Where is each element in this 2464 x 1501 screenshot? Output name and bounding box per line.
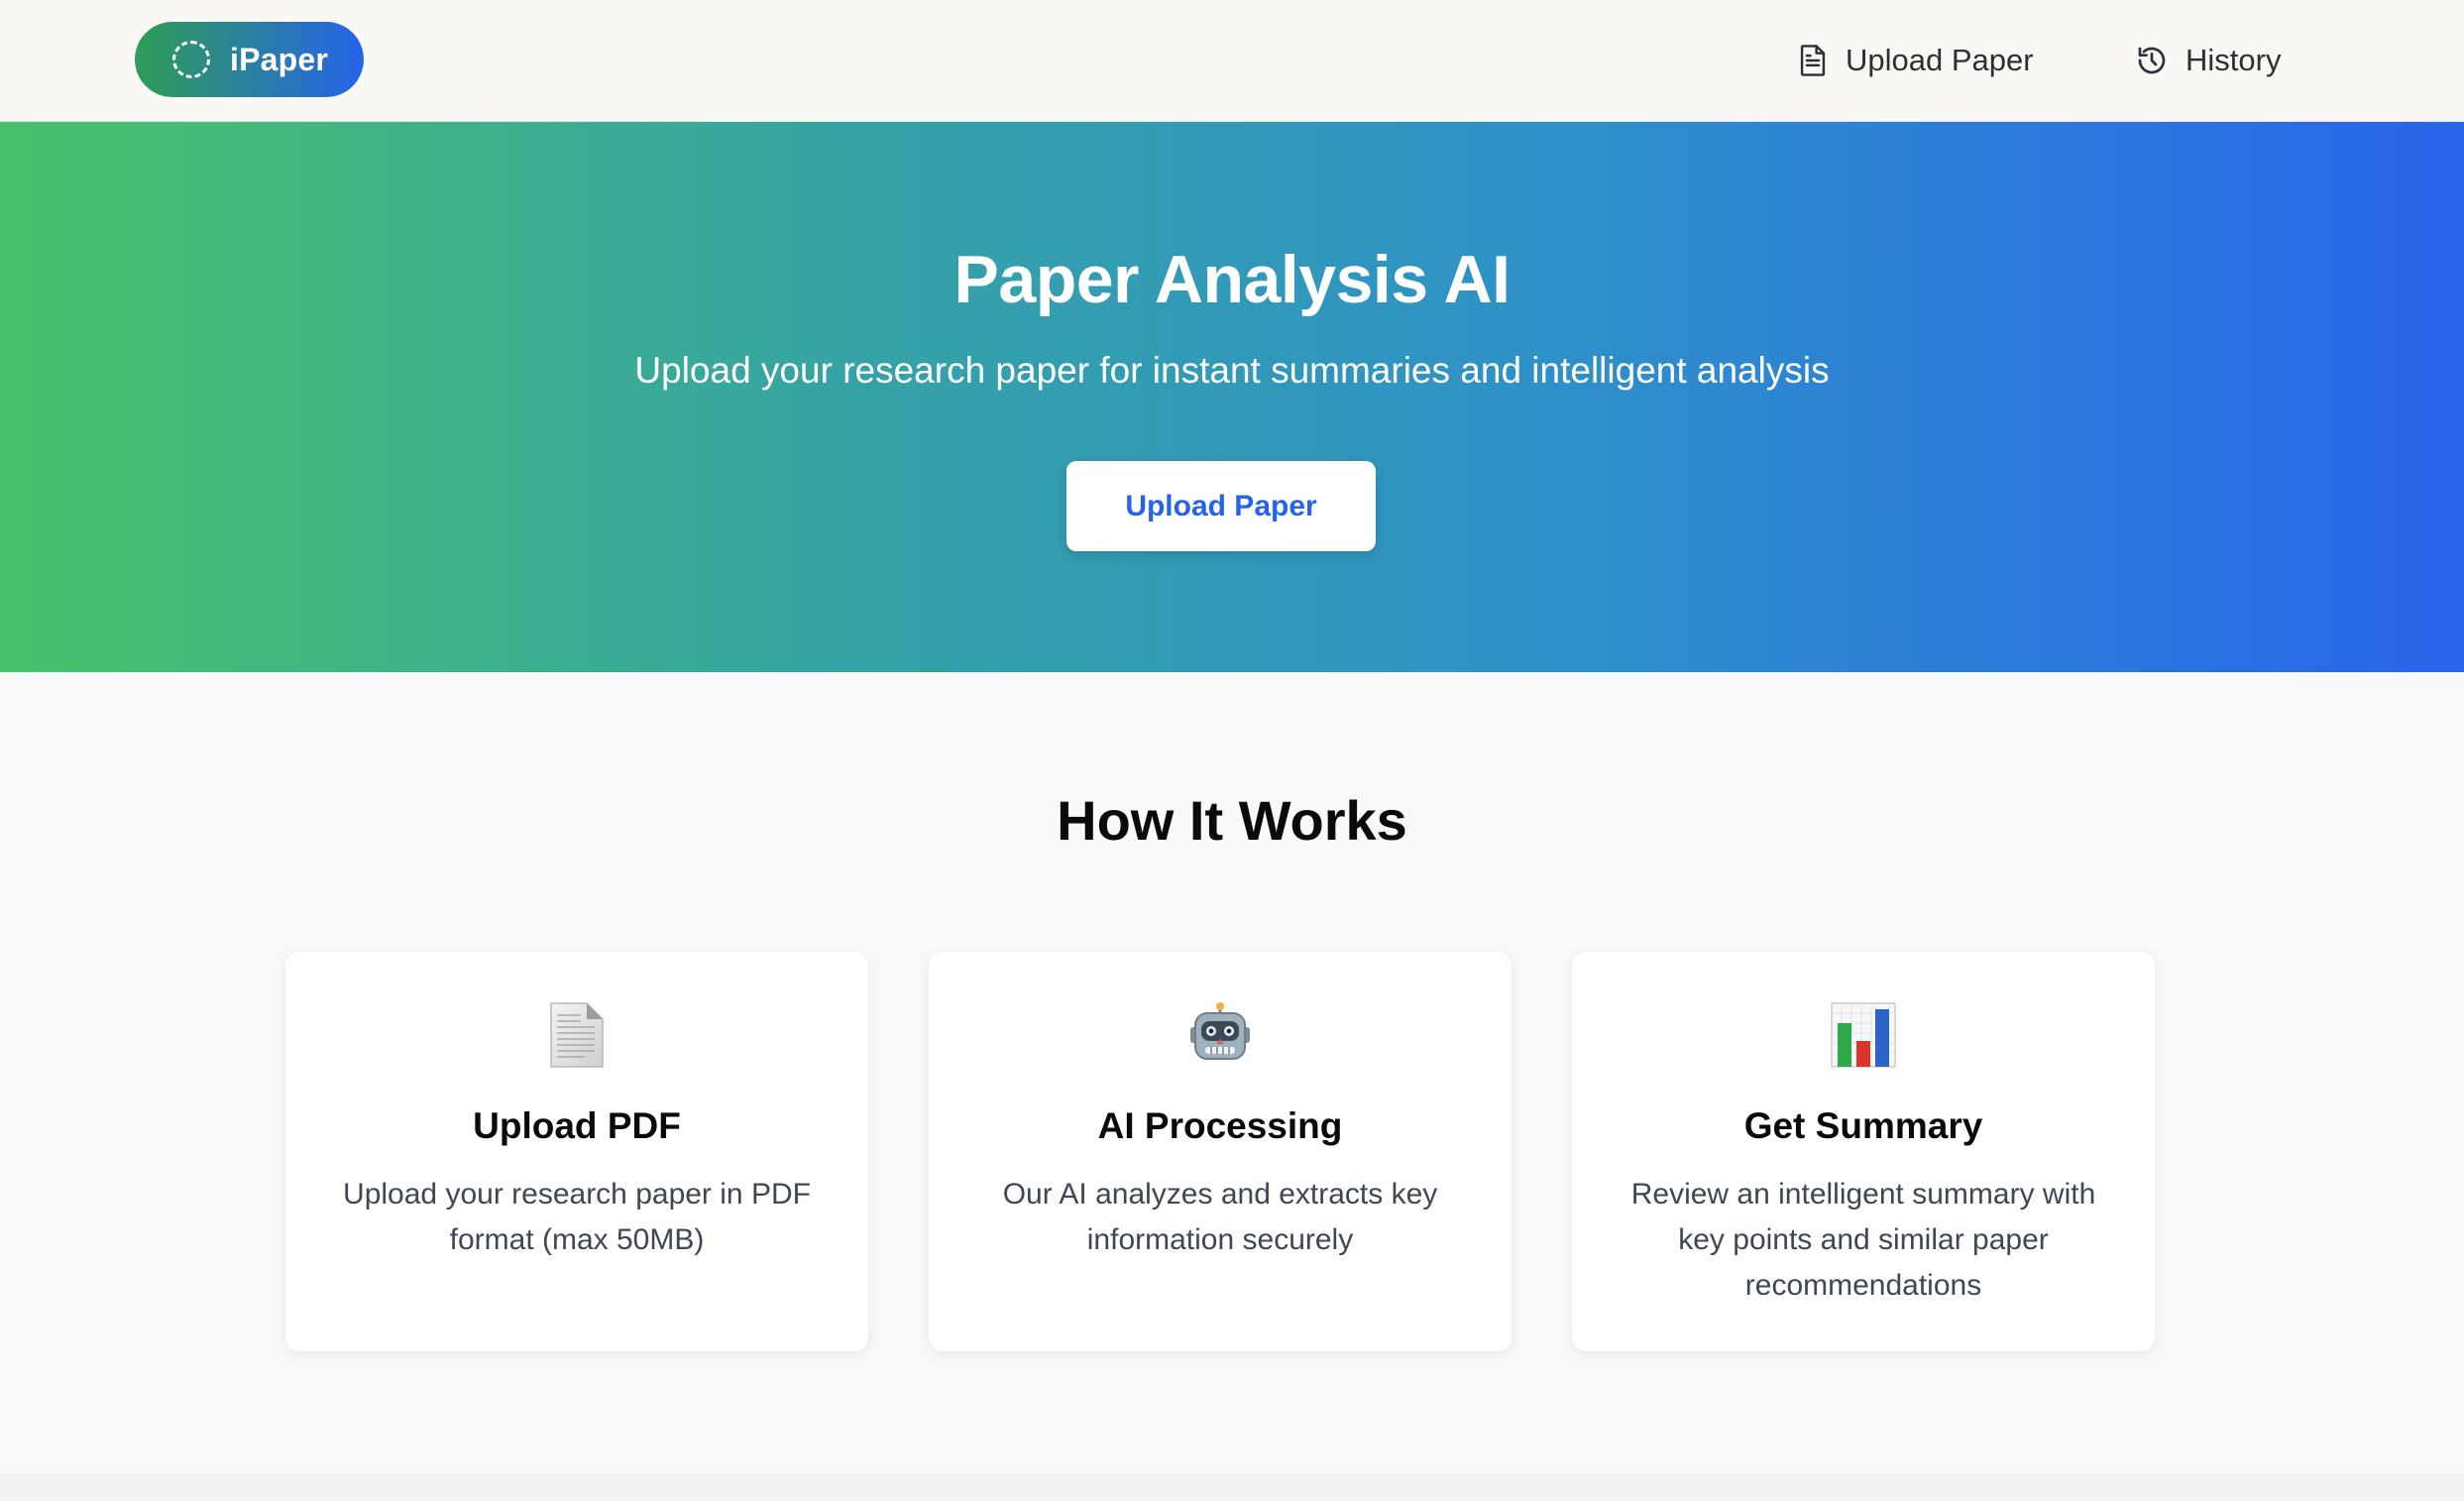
brand-logo[interactable]: iPaper [135,22,364,97]
hero-subtitle: Upload your research paper for instant s… [634,350,1830,391]
how-it-works-title: How It Works [1057,789,1407,852]
history-icon [2138,47,2166,74]
footer-strip [0,1473,2464,1501]
feature-card-ai-processing: AI Processing Our AI analyzes and extrac… [929,952,1512,1351]
nav-history-label: History [2185,43,2282,77]
card-title: Get Summary [1743,1105,1983,1146]
loading-spinner-icon [172,41,210,78]
page-icon [550,1002,604,1068]
card-description: Review an intelligent summary with key p… [1630,1178,2096,1302]
hero-banner: Paper Analysis AI Upload your research p… [0,122,2464,672]
nav-upload-paper-label: Upload Paper [1846,43,2034,77]
card-description: Upload your research paper in PDF format… [343,1178,811,1256]
card-title: AI Processing [1097,1105,1343,1146]
bar-chart-icon [1831,1002,1896,1068]
card-description: Our AI analyzes and extracts key informa… [1002,1178,1438,1256]
feature-card-upload-pdf: Upload PDF Upload your research paper in… [285,952,868,1351]
top-navbar: iPaper Upload Paper History [0,0,2464,122]
card-title: Upload PDF [473,1105,681,1146]
document-icon [1800,45,1826,76]
hero-title: Paper Analysis AI [953,242,1511,317]
feature-card-get-summary: Get Summary Review an intelligent summar… [1572,952,2155,1351]
nav-upload-paper-link[interactable]: Upload Paper [1798,38,2034,83]
hero-upload-paper-button[interactable]: Upload Paper [1066,461,1376,551]
nav-history-link[interactable]: History [2136,38,2281,83]
brand-name: iPaper [230,41,329,77]
robot-icon [1190,1002,1250,1060]
